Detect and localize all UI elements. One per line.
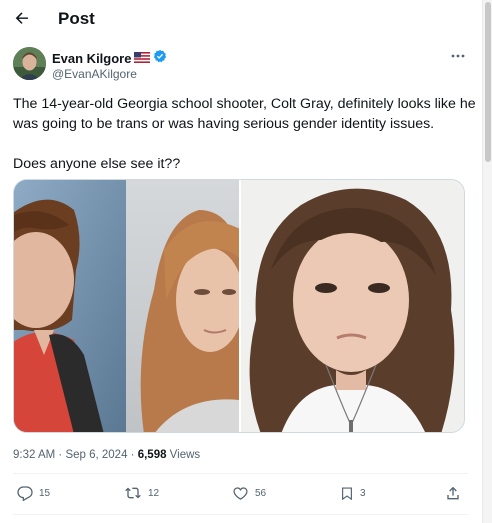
repost-count: 12 — [148, 487, 160, 499]
arrow-left-icon — [15, 12, 28, 24]
scrollbar[interactable] — [482, 0, 492, 523]
divider — [13, 514, 468, 515]
post-image-right[interactable] — [241, 180, 464, 432]
post-time[interactable]: 9:32 AM — [13, 449, 55, 461]
bookmark-icon — [342, 487, 352, 501]
author-name-row: Evan Kilgore — [52, 49, 167, 68]
like-button[interactable]: 56 — [232, 485, 266, 501]
scrollbar-thumb[interactable] — [485, 2, 491, 162]
bookmark-count: 3 — [360, 487, 366, 499]
us-flag-icon — [134, 50, 151, 68]
views-count: 6,598 — [137, 449, 167, 461]
post-text: The 14-year-old Georgia school shooter, … — [13, 94, 476, 174]
action-bar: 15 12 56 3 — [0, 485, 480, 507]
avatar[interactable] — [13, 47, 46, 80]
author-handle[interactable]: @EvanAKilgore — [52, 67, 137, 81]
share-button[interactable] — [445, 485, 461, 501]
page-title: Post — [58, 9, 95, 28]
post-metadata: 9:32 AM · Sep 6, 2024 · 6,598 Views — [13, 449, 201, 461]
post-media[interactable] — [13, 179, 465, 433]
reply-icon — [17, 486, 33, 501]
repost-button[interactable]: 12 — [124, 485, 159, 501]
views-label: Views — [166, 449, 201, 461]
post-image-left[interactable] — [14, 180, 239, 432]
reply-count: 15 — [39, 487, 51, 499]
avatar-image — [13, 47, 46, 80]
like-count: 56 — [255, 487, 267, 499]
reply-button[interactable]: 15 — [17, 485, 50, 501]
post-header: Post — [0, 0, 480, 40]
bookmark-button[interactable]: 3 — [340, 485, 366, 501]
heart-icon — [233, 487, 248, 500]
post-date[interactable]: Sep 6, 2024 — [65, 449, 127, 461]
author-display-name[interactable]: Evan Kilgore — [52, 51, 131, 66]
repost-icon — [125, 487, 141, 499]
post-question: Does anyone else see it?? — [13, 156, 181, 172]
divider — [13, 473, 468, 474]
post-text-line: was going to be trans or was having seri… — [13, 116, 435, 132]
share-icon — [447, 486, 459, 500]
back-button[interactable] — [10, 6, 34, 30]
more-horizontal-icon — [451, 54, 465, 58]
more-options-button[interactable] — [448, 50, 468, 62]
verified-badge-icon — [153, 49, 167, 68]
post-text-line: The 14-year-old Georgia school shooter, … — [13, 96, 476, 112]
